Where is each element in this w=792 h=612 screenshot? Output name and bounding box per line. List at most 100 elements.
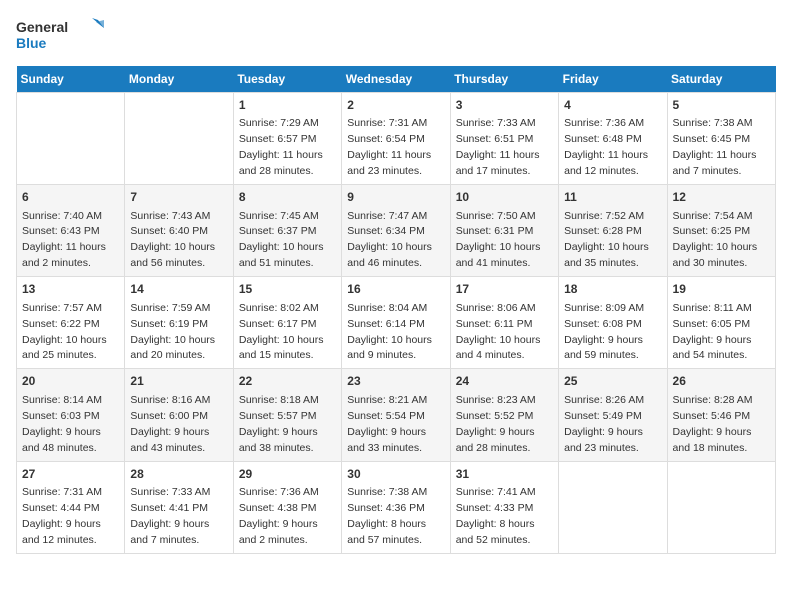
calendar-cell: 13 Sunrise: 7:57 AM Sunset: 6:22 PM Dayli… bbox=[17, 277, 125, 369]
day-info: Sunrise: 8:02 AM Sunset: 6:17 PM Dayligh… bbox=[239, 302, 324, 362]
day-info: Sunrise: 7:33 AM Sunset: 4:41 PM Dayligh… bbox=[130, 486, 210, 546]
calendar-cell bbox=[17, 93, 125, 185]
day-info: Sunrise: 8:26 AM Sunset: 5:49 PM Dayligh… bbox=[564, 394, 644, 454]
day-number: 18 bbox=[564, 281, 661, 298]
day-number: 10 bbox=[456, 189, 553, 206]
day-number: 13 bbox=[22, 281, 119, 298]
calendar-cell: 24 Sunrise: 8:23 AM Sunset: 5:52 PM Dayli… bbox=[450, 369, 558, 461]
day-info: Sunrise: 7:38 AM Sunset: 6:45 PM Dayligh… bbox=[673, 117, 757, 177]
calendar-cell: 17Sunrise: 8:06 AM Sunset: 6:11 PM Dayli… bbox=[450, 277, 558, 369]
weekday-friday: Friday bbox=[559, 66, 667, 93]
logo: General Blue bbox=[16, 16, 106, 54]
calendar-cell: 26 Sunrise: 8:28 AM Sunset: 5:46 PM Dayli… bbox=[667, 369, 775, 461]
day-number: 7 bbox=[130, 189, 227, 206]
calendar-cell: 27 Sunrise: 7:31 AM Sunset: 4:44 PM Dayli… bbox=[17, 461, 125, 553]
calendar-cell: 25 Sunrise: 8:26 AM Sunset: 5:49 PM Dayli… bbox=[559, 369, 667, 461]
calendar-cell: 22 Sunrise: 8:18 AM Sunset: 5:57 PM Dayli… bbox=[233, 369, 341, 461]
calendar-cell: 1 Sunrise: 7:29 AM Sunset: 6:57 PM Daylig… bbox=[233, 93, 341, 185]
calendar-week-3: 13 Sunrise: 7:57 AM Sunset: 6:22 PM Dayli… bbox=[17, 277, 776, 369]
day-info: Sunrise: 8:11 AM Sunset: 6:05 PM Dayligh… bbox=[673, 302, 752, 362]
day-info: Sunrise: 8:28 AM Sunset: 5:46 PM Dayligh… bbox=[673, 394, 753, 454]
day-number: 5 bbox=[673, 97, 770, 114]
day-info: Sunrise: 7:38 AM Sunset: 4:36 PM Dayligh… bbox=[347, 486, 427, 546]
calendar-header: SundayMondayTuesdayWednesdayThursdayFrid… bbox=[17, 66, 776, 93]
calendar-cell bbox=[667, 461, 775, 553]
day-number: 28 bbox=[130, 466, 227, 483]
day-number: 2 bbox=[347, 97, 444, 114]
calendar-week-5: 27 Sunrise: 7:31 AM Sunset: 4:44 PM Dayli… bbox=[17, 461, 776, 553]
weekday-thursday: Thursday bbox=[450, 66, 558, 93]
day-number: 20 bbox=[22, 373, 119, 390]
calendar-cell bbox=[125, 93, 233, 185]
day-number: 11 bbox=[564, 189, 661, 206]
day-number: 1 bbox=[239, 97, 336, 114]
day-number: 23 bbox=[347, 373, 444, 390]
day-info: Sunrise: 8:09 AM Sunset: 6:08 PM Dayligh… bbox=[564, 302, 644, 362]
day-number: 14 bbox=[130, 281, 227, 298]
calendar-week-4: 20 Sunrise: 8:14 AM Sunset: 6:03 PM Dayli… bbox=[17, 369, 776, 461]
calendar-cell: 21 Sunrise: 8:16 AM Sunset: 6:00 PM Dayli… bbox=[125, 369, 233, 461]
day-number: 27 bbox=[22, 466, 119, 483]
calendar-cell: 30 Sunrise: 7:38 AM Sunset: 4:36 PM Dayli… bbox=[342, 461, 450, 553]
calendar-week-2: 6 Sunrise: 7:40 AM Sunset: 6:43 PM Daylig… bbox=[17, 185, 776, 277]
day-number: 25 bbox=[564, 373, 661, 390]
day-number: 12 bbox=[673, 189, 770, 206]
calendar-cell: 6 Sunrise: 7:40 AM Sunset: 6:43 PM Daylig… bbox=[17, 185, 125, 277]
weekday-sunday: Sunday bbox=[17, 66, 125, 93]
calendar-cell: 23 Sunrise: 8:21 AM Sunset: 5:54 PM Dayli… bbox=[342, 369, 450, 461]
day-number: 30 bbox=[347, 466, 444, 483]
calendar-cell: 5 Sunrise: 7:38 AM Sunset: 6:45 PM Daylig… bbox=[667, 93, 775, 185]
day-info: Sunrise: 7:59 AM Sunset: 6:19 PM Dayligh… bbox=[130, 302, 215, 362]
svg-text:General: General bbox=[16, 19, 68, 35]
day-number: 24 bbox=[456, 373, 553, 390]
calendar-cell: 16Sunrise: 8:04 AM Sunset: 6:14 PM Dayli… bbox=[342, 277, 450, 369]
weekday-wednesday: Wednesday bbox=[342, 66, 450, 93]
calendar-cell: 10Sunrise: 7:50 AM Sunset: 6:31 PM Dayli… bbox=[450, 185, 558, 277]
page-header: General Blue bbox=[16, 16, 776, 54]
day-info: Sunrise: 8:21 AM Sunset: 5:54 PM Dayligh… bbox=[347, 394, 427, 454]
weekday-tuesday: Tuesday bbox=[233, 66, 341, 93]
calendar-cell: 9 Sunrise: 7:47 AM Sunset: 6:34 PM Daylig… bbox=[342, 185, 450, 277]
logo-svg: General Blue bbox=[16, 16, 106, 54]
calendar-cell: 20 Sunrise: 8:14 AM Sunset: 6:03 PM Dayli… bbox=[17, 369, 125, 461]
day-info: Sunrise: 7:40 AM Sunset: 6:43 PM Dayligh… bbox=[22, 210, 106, 270]
day-info: Sunrise: 8:23 AM Sunset: 5:52 PM Dayligh… bbox=[456, 394, 536, 454]
weekday-saturday: Saturday bbox=[667, 66, 775, 93]
day-info: Sunrise: 7:31 AM Sunset: 4:44 PM Dayligh… bbox=[22, 486, 102, 546]
calendar-cell: 3 Sunrise: 7:33 AM Sunset: 6:51 PM Daylig… bbox=[450, 93, 558, 185]
calendar-cell: 14 Sunrise: 7:59 AM Sunset: 6:19 PM Dayli… bbox=[125, 277, 233, 369]
day-number: 29 bbox=[239, 466, 336, 483]
weekday-monday: Monday bbox=[125, 66, 233, 93]
day-info: Sunrise: 7:31 AM Sunset: 6:54 PM Dayligh… bbox=[347, 117, 431, 177]
calendar-table: SundayMondayTuesdayWednesdayThursdayFrid… bbox=[16, 66, 776, 554]
day-number: 22 bbox=[239, 373, 336, 390]
calendar-cell bbox=[559, 461, 667, 553]
day-number: 19 bbox=[673, 281, 770, 298]
day-info: Sunrise: 7:54 AM Sunset: 6:25 PM Dayligh… bbox=[673, 210, 758, 270]
calendar-cell: 29 Sunrise: 7:36 AM Sunset: 4:38 PM Dayli… bbox=[233, 461, 341, 553]
day-info: Sunrise: 7:36 AM Sunset: 4:38 PM Dayligh… bbox=[239, 486, 319, 546]
day-info: Sunrise: 7:52 AM Sunset: 6:28 PM Dayligh… bbox=[564, 210, 649, 270]
day-info: Sunrise: 7:29 AM Sunset: 6:57 PM Dayligh… bbox=[239, 117, 323, 177]
day-info: Sunrise: 7:43 AM Sunset: 6:40 PM Dayligh… bbox=[130, 210, 215, 270]
day-number: 3 bbox=[456, 97, 553, 114]
day-info: Sunrise: 7:57 AM Sunset: 6:22 PM Dayligh… bbox=[22, 302, 107, 362]
day-info: Sunrise: 7:47 AM Sunset: 6:34 PM Dayligh… bbox=[347, 210, 432, 270]
day-number: 6 bbox=[22, 189, 119, 206]
calendar-cell: 28 Sunrise: 7:33 AM Sunset: 4:41 PM Dayli… bbox=[125, 461, 233, 553]
day-number: 21 bbox=[130, 373, 227, 390]
calendar-cell: 2 Sunrise: 7:31 AM Sunset: 6:54 PM Daylig… bbox=[342, 93, 450, 185]
day-info: Sunrise: 8:14 AM Sunset: 6:03 PM Dayligh… bbox=[22, 394, 102, 454]
day-number: 9 bbox=[347, 189, 444, 206]
day-number: 26 bbox=[673, 373, 770, 390]
day-info: Sunrise: 8:16 AM Sunset: 6:00 PM Dayligh… bbox=[130, 394, 210, 454]
day-info: Sunrise: 8:06 AM Sunset: 6:11 PM Dayligh… bbox=[456, 302, 541, 362]
weekday-header-row: SundayMondayTuesdayWednesdayThursdayFrid… bbox=[17, 66, 776, 93]
day-info: Sunrise: 8:18 AM Sunset: 5:57 PM Dayligh… bbox=[239, 394, 319, 454]
calendar-body: 1 Sunrise: 7:29 AM Sunset: 6:57 PM Daylig… bbox=[17, 93, 776, 554]
svg-text:Blue: Blue bbox=[16, 35, 47, 51]
calendar-cell: 19 Sunrise: 8:11 AM Sunset: 6:05 PM Dayli… bbox=[667, 277, 775, 369]
day-number: 8 bbox=[239, 189, 336, 206]
day-info: Sunrise: 7:33 AM Sunset: 6:51 PM Dayligh… bbox=[456, 117, 540, 177]
day-info: Sunrise: 7:45 AM Sunset: 6:37 PM Dayligh… bbox=[239, 210, 324, 270]
